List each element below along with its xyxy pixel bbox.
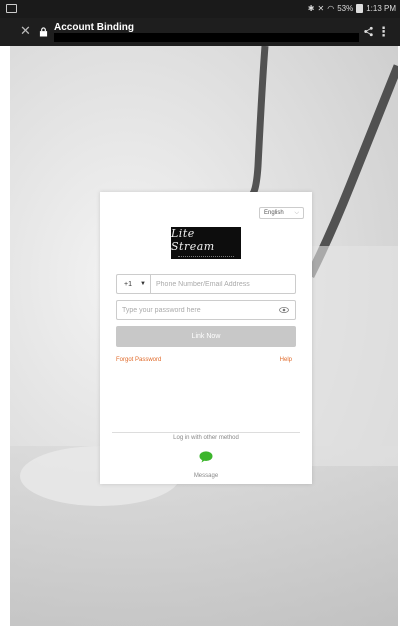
password-field xyxy=(116,300,296,320)
mute-icon: ✕ xyxy=(317,4,325,13)
battery-icon xyxy=(356,4,364,13)
phone-email-field: +1 ▼ xyxy=(116,274,296,294)
message-label[interactable]: Message xyxy=(100,473,312,479)
link-now-button[interactable]: Link Now xyxy=(116,326,296,347)
wifi-icon: ◠ xyxy=(327,4,335,13)
bluetooth-icon: ✱ xyxy=(307,4,315,13)
status-icons: ✱ ✕ ◠ 53% 1:13 PM xyxy=(308,4,396,13)
language-select[interactable]: English ⌵ xyxy=(259,207,304,219)
phone-email-input[interactable] xyxy=(151,275,295,293)
help-link[interactable]: Help xyxy=(280,357,292,363)
close-icon[interactable]: ✕ xyxy=(20,23,31,39)
status-bar: ✱ ✕ ◠ 53% 1:13 PM xyxy=(0,0,400,18)
clock: 1:13 PM xyxy=(366,4,396,13)
share-icon[interactable] xyxy=(363,26,374,37)
image-notification-icon xyxy=(6,4,17,13)
eye-icon[interactable] xyxy=(277,307,291,313)
country-code-select[interactable]: +1 ▼ xyxy=(117,275,151,293)
forgot-password-link[interactable]: Forgot Password xyxy=(116,357,161,363)
account-binding-card: English ⌵ Lite Stream +1 ▼ Link Now Forg… xyxy=(100,192,312,484)
more-options-icon[interactable]: ⋮ xyxy=(377,24,390,40)
logo-text: Lite Stream xyxy=(171,227,215,253)
password-input[interactable] xyxy=(117,301,277,319)
dropdown-arrow-icon: ▼ xyxy=(140,281,146,287)
lock-icon xyxy=(39,27,48,37)
url-bar-redacted xyxy=(54,33,359,42)
language-label: English xyxy=(264,210,284,216)
brand-logo: Lite Stream xyxy=(171,227,241,259)
divider xyxy=(112,432,300,433)
message-icon[interactable] xyxy=(199,451,213,463)
chevron-down-icon: ⌵ xyxy=(294,209,299,216)
battery-percent: 53% xyxy=(337,4,354,13)
country-code: +1 xyxy=(124,280,132,288)
title-bar: ✕ Account Binding ⋮ xyxy=(0,18,400,46)
page-title: Account Binding xyxy=(54,22,134,33)
logo-subline xyxy=(178,256,234,259)
other-method-label: Log in with other method xyxy=(173,435,239,441)
